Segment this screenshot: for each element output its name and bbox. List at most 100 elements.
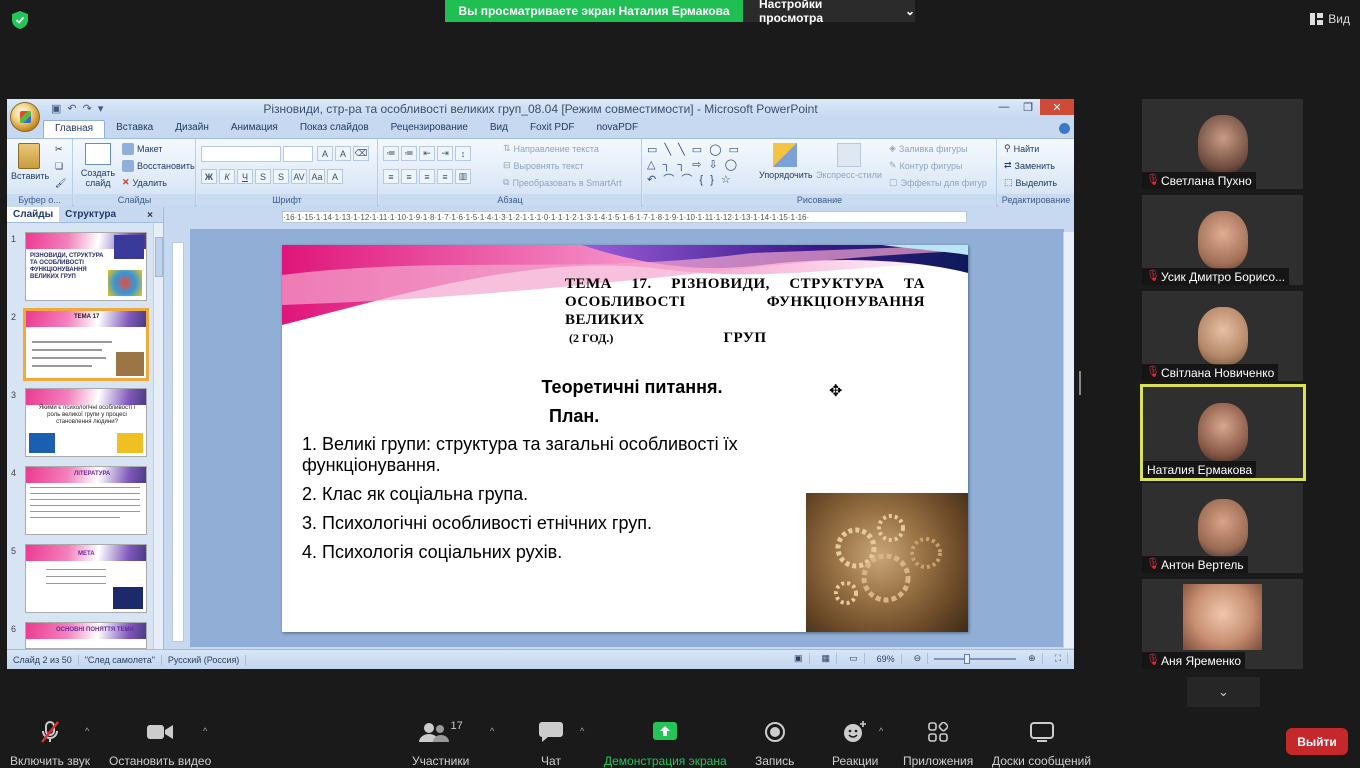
slide-thumb-5[interactable]: МЕТА xyxy=(25,544,147,613)
find-button[interactable]: ⚲ Найти xyxy=(1004,143,1039,154)
unmute-button[interactable]: Включить звук xyxy=(10,720,90,768)
new-slide-button[interactable]: Создать слайд xyxy=(78,143,118,188)
zoom-in-icon[interactable]: ⊕ xyxy=(1022,653,1043,664)
tab-home[interactable]: Главная xyxy=(43,120,106,138)
zoom-level[interactable]: 69% xyxy=(871,653,902,664)
font-name-combo[interactable] xyxy=(201,146,281,162)
shapes-gallery[interactable]: ▭ ╲ ╲ ▭ ◯ ▭ △ ┐ ┐ ⇨ ⇩ ◯ ↶ ⌒ ⌒ { } ☆ xyxy=(647,143,747,191)
line-spacing-icon[interactable]: ↕ xyxy=(455,146,471,161)
vertical-scrollbar[interactable] xyxy=(1063,232,1074,648)
apps-button[interactable]: Приложения xyxy=(903,720,973,768)
restore-icon[interactable]: ❐ xyxy=(1016,99,1040,115)
slide-thumb-3[interactable]: Якими є психологічні особливості і роль … xyxy=(25,388,147,457)
participant-tile[interactable]: 🎙 Світлана Новиченко xyxy=(1142,291,1303,381)
shadow-icon[interactable]: S xyxy=(273,169,289,184)
office-button[interactable] xyxy=(10,102,40,132)
participants-button[interactable]: 17 Участники xyxy=(412,720,469,768)
minimize-icon[interactable]: — xyxy=(992,99,1016,115)
slide-thumb-1[interactable]: РІЗНОВИДИ, СТРУКТУРА ТА ОСОБЛИВОСТІ ФУНК… xyxy=(25,232,147,301)
sorter-view-icon[interactable]: ▦ xyxy=(816,653,838,664)
current-slide[interactable]: ТЕМА 17. РІЗНОВИДИ, СТРУКТУРА ТА ОСОБЛИВ… xyxy=(282,245,968,632)
slideshow-view-icon[interactable]: ▭ xyxy=(843,653,865,664)
justify-icon[interactable]: ≡ xyxy=(437,169,453,184)
zoom-out-icon[interactable]: ⊖ xyxy=(908,653,929,664)
more-participants-button[interactable]: ⌄ xyxy=(1187,677,1260,707)
undo-icon[interactable]: ↶ xyxy=(67,102,76,115)
tab-insert[interactable]: Вставка xyxy=(105,120,164,138)
close-panel-icon[interactable]: × xyxy=(141,208,159,223)
spacing-icon[interactable]: AV xyxy=(291,169,307,184)
convert-smartart-button[interactable]: ⧉ Преобразовать в SmartArt xyxy=(503,177,622,188)
strikethrough-icon[interactable]: S xyxy=(255,169,271,184)
quick-styles-button[interactable]: Экспресс-стили xyxy=(815,143,883,180)
cut-icon[interactable]: ✂ xyxy=(55,144,63,155)
underline-icon[interactable]: Ч xyxy=(237,169,253,184)
tab-slideshow[interactable]: Показ слайдов xyxy=(289,120,380,138)
share-screen-button[interactable]: Демонстрация экрана xyxy=(604,720,727,768)
shape-fill-button[interactable]: ◈ Заливка фигуры xyxy=(889,143,968,154)
align-right-icon[interactable]: ≡ xyxy=(419,169,435,184)
align-left-icon[interactable]: ≡ xyxy=(383,169,399,184)
paste-button[interactable]: Вставить xyxy=(11,143,49,181)
columns-icon[interactable]: ▥ xyxy=(455,169,471,184)
shrink-font-icon[interactable]: A xyxy=(335,146,351,161)
align-center-icon[interactable]: ≡ xyxy=(401,169,417,184)
tab-outline[interactable]: Структура xyxy=(59,207,122,222)
chat-options-caret[interactable]: ^ xyxy=(580,726,584,736)
font-color-icon[interactable]: A xyxy=(327,169,343,184)
panel-splitter[interactable] xyxy=(1079,371,1081,395)
format-painter-icon[interactable]: 🖌 xyxy=(55,178,66,189)
participant-tile-active-speaker[interactable]: Наталия Ермакова xyxy=(1140,384,1306,481)
select-button[interactable]: ⬚ Выделить xyxy=(1004,177,1057,188)
panel-scrollbar[interactable] xyxy=(153,223,163,649)
text-direction-button[interactable]: ⇅ Направление текста xyxy=(503,143,599,154)
zoom-slider[interactable] xyxy=(934,653,1017,664)
slide-thumb-6[interactable]: ОСНОВНІ ПОНЯТТЯ ТЕМИ xyxy=(25,622,147,649)
language[interactable]: Русский (Россия) xyxy=(162,654,247,665)
zoom-slider-knob[interactable] xyxy=(964,653,971,664)
help-icon[interactable] xyxy=(1059,123,1070,134)
normal-view-icon[interactable]: ▣ xyxy=(788,653,810,664)
panel-scroll-thumb[interactable] xyxy=(155,237,163,277)
reactions-options-caret[interactable]: ^ xyxy=(879,726,883,736)
case-icon[interactable]: Aa xyxy=(309,169,325,184)
tab-novapdf[interactable]: novaPDF xyxy=(585,120,649,138)
arrange-button[interactable]: Упорядочить xyxy=(759,143,813,180)
layout-button[interactable]: Макет xyxy=(122,143,162,155)
participant-tile[interactable]: 🎙 Светлана Пухно xyxy=(1142,99,1303,189)
participant-tile[interactable]: 🎙 Антон Вертель xyxy=(1142,483,1303,573)
view-button[interactable]: Вид xyxy=(1310,12,1350,26)
customize-qat-icon[interactable]: ▾ xyxy=(98,102,104,115)
tab-slides[interactable]: Слайды xyxy=(7,207,60,222)
numbering-icon[interactable]: ≔ xyxy=(401,146,417,161)
slide-thumb-2[interactable]: ТЕМА 17 xyxy=(23,308,149,381)
participant-tile[interactable]: 🎙 Аня Яременко xyxy=(1142,579,1303,669)
font-size-combo[interactable] xyxy=(283,146,313,162)
decrease-indent-icon[interactable]: ⇤ xyxy=(419,146,435,161)
bold-icon[interactable]: Ж xyxy=(201,169,217,184)
reset-button[interactable]: Восстановить xyxy=(122,160,195,172)
align-text-button[interactable]: ⊟ Выровнять текст xyxy=(503,160,584,171)
view-settings-dropdown[interactable]: Настройки просмотра ⌄ xyxy=(743,0,915,25)
grow-font-icon[interactable]: A xyxy=(317,146,333,161)
shape-outline-button[interactable]: ✎ Контур фигуры xyxy=(889,160,962,171)
reactions-button[interactable]: Реакции xyxy=(832,720,878,768)
fit-window-icon[interactable]: ⛶ xyxy=(1049,653,1068,664)
tab-animation[interactable]: Анимация xyxy=(220,120,289,138)
participant-tile[interactable]: 🎙 Усик Дмитро Борисо... xyxy=(1142,195,1303,285)
replace-button[interactable]: ⇄ Заменить xyxy=(1004,160,1055,171)
stop-video-button[interactable]: Остановить видео xyxy=(109,720,211,768)
slide-thumb-4[interactable]: ЛІТЕРАТУРА xyxy=(25,466,147,535)
copy-icon[interactable]: ❏ xyxy=(55,161,63,172)
record-button[interactable]: Запись xyxy=(755,720,794,768)
tab-review[interactable]: Рецензирование xyxy=(380,120,479,138)
leave-meeting-button[interactable]: Выйти xyxy=(1286,728,1348,755)
delete-slide-button[interactable]: ✕ Удалить xyxy=(122,177,167,188)
redo-icon[interactable]: ↷ xyxy=(83,102,92,115)
tab-design[interactable]: Дизайн xyxy=(164,120,220,138)
participants-options-caret[interactable]: ^ xyxy=(490,726,494,736)
tab-foxit-pdf[interactable]: Foxit PDF xyxy=(519,120,585,138)
save-icon[interactable]: ▣ xyxy=(51,102,61,115)
chat-button[interactable]: Чат xyxy=(539,720,563,768)
security-shield-icon[interactable] xyxy=(12,11,28,29)
